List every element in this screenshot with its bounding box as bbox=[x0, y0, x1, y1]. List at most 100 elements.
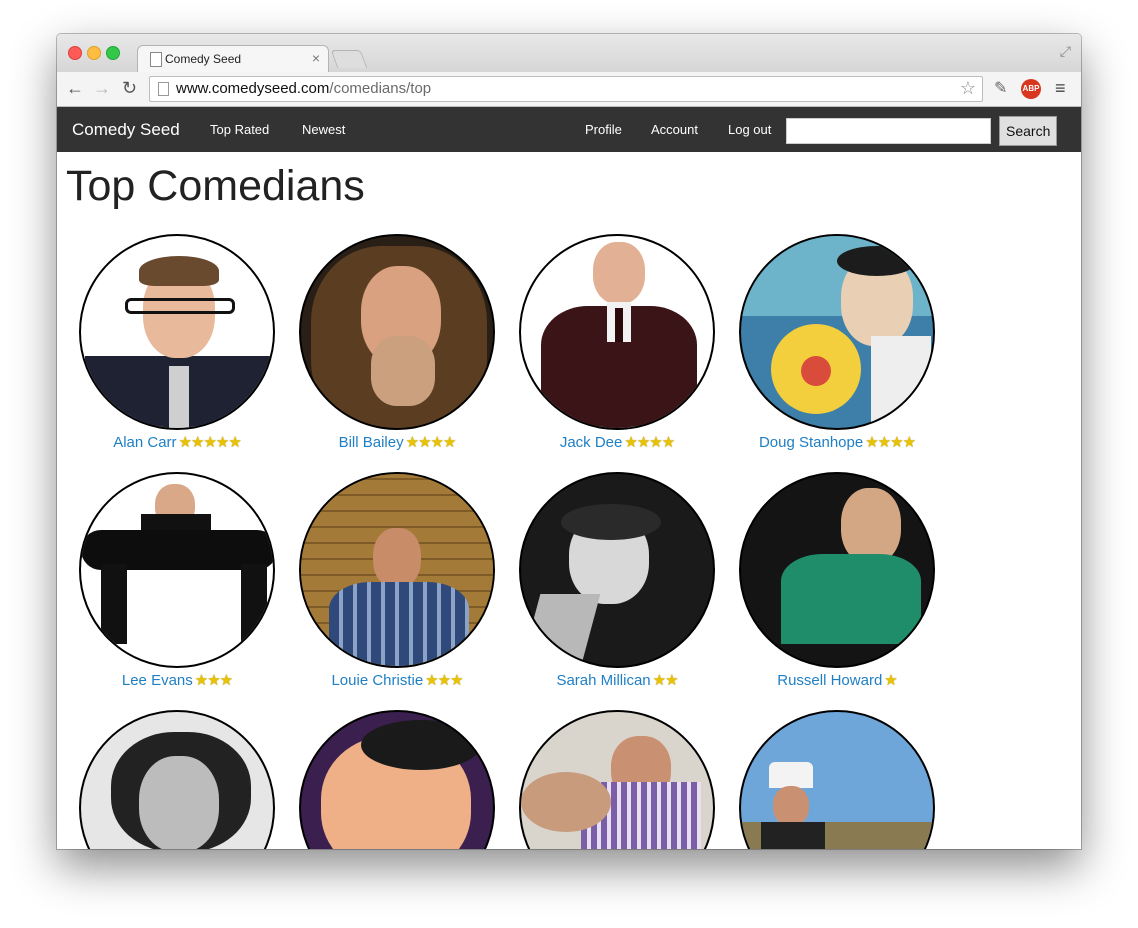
comedian-card[interactable]: Alan Carr ★★★★★ bbox=[67, 234, 287, 451]
nav-newest[interactable]: Newest bbox=[302, 122, 345, 137]
comedian-caption: Louie Christie ★★★ bbox=[287, 671, 507, 689]
star-icon: ★ bbox=[437, 672, 451, 689]
star-icon: ★ bbox=[877, 434, 891, 451]
reload-icon[interactable]: ↻ bbox=[122, 78, 137, 98]
comedian-caption: Alan Carr ★★★★★ bbox=[67, 433, 287, 451]
avatar[interactable] bbox=[739, 710, 935, 849]
star-icon: ★ bbox=[902, 434, 916, 451]
avatar[interactable] bbox=[299, 472, 495, 668]
star-rating: ★★★ bbox=[425, 672, 463, 689]
page-title: Top Comedians bbox=[66, 162, 365, 210]
site-navbar: Comedy Seed Top Rated Newest Profile Acc… bbox=[57, 107, 1081, 152]
comedian-caption: Jack Dee ★★★★ bbox=[507, 433, 727, 451]
search-input[interactable] bbox=[786, 118, 991, 144]
bookmark-star-icon[interactable]: ☆ bbox=[960, 78, 976, 99]
comedian-card[interactable]: Louie Christie ★★★ bbox=[287, 472, 507, 689]
star-icon: ★ bbox=[418, 434, 431, 451]
comedian-card[interactable]: Lee Evans ★★★ bbox=[67, 472, 287, 689]
comedian-card[interactable] bbox=[287, 710, 507, 849]
comedian-card[interactable]: Bill Bailey ★★★★ bbox=[287, 234, 507, 451]
avatar[interactable] bbox=[79, 710, 275, 849]
star-rating: ★★★ bbox=[194, 672, 233, 689]
star-icon: ★ bbox=[219, 672, 233, 689]
comedian-caption: Russell Howard ★ bbox=[727, 671, 947, 689]
comedian-name-link[interactable]: Alan Carr bbox=[113, 434, 176, 451]
star-icon: ★ bbox=[636, 434, 650, 451]
avatar[interactable] bbox=[519, 472, 715, 668]
star-icon: ★ bbox=[649, 434, 662, 451]
browser-window: Comedy Seed × ⤢ ← → ↻ www.comedyseed.com… bbox=[57, 34, 1081, 849]
star-icon: ★ bbox=[865, 434, 878, 451]
nav-logout[interactable]: Log out bbox=[728, 122, 771, 137]
avatar[interactable] bbox=[299, 710, 495, 849]
comedian-name-link[interactable]: Russell Howard bbox=[777, 672, 882, 689]
comedian-card[interactable]: Doug Stanhope ★★★★ bbox=[727, 234, 947, 451]
browser-tab[interactable]: Comedy Seed × bbox=[137, 45, 329, 73]
star-rating: ★★ bbox=[653, 672, 679, 689]
star-icon: ★ bbox=[207, 672, 220, 689]
star-icon: ★ bbox=[665, 672, 678, 689]
avatar[interactable] bbox=[739, 472, 935, 668]
brand-link[interactable]: Comedy Seed bbox=[72, 120, 180, 140]
star-rating: ★★★★ bbox=[624, 434, 675, 451]
avatar[interactable] bbox=[519, 234, 715, 430]
star-icon: ★ bbox=[178, 434, 192, 451]
star-icon: ★ bbox=[215, 434, 229, 451]
star-icon: ★ bbox=[203, 434, 216, 451]
comedian-card[interactable]: Sarah Millican ★★ bbox=[507, 472, 727, 689]
star-icon: ★ bbox=[624, 434, 637, 451]
minimize-window-button[interactable] bbox=[87, 46, 101, 60]
avatar[interactable] bbox=[79, 472, 275, 668]
comedian-card[interactable]: Russell Howard ★ bbox=[727, 472, 947, 689]
comedian-name-link[interactable]: Lee Evans bbox=[122, 672, 193, 689]
star-icon: ★ bbox=[442, 434, 456, 451]
star-icon: ★ bbox=[405, 434, 419, 451]
search-button[interactable]: Search bbox=[999, 116, 1057, 146]
avatar[interactable] bbox=[739, 234, 935, 430]
comedian-name-link[interactable]: Bill Bailey bbox=[339, 434, 404, 451]
back-arrow-icon[interactable]: ← bbox=[66, 78, 84, 98]
comedian-card[interactable]: Jack Dee ★★★★ bbox=[507, 234, 727, 451]
close-window-button[interactable] bbox=[68, 46, 82, 60]
comedian-name-link[interactable]: Sarah Millican bbox=[556, 672, 650, 689]
url-text[interactable]: www.comedyseed.com/comedians/top bbox=[176, 80, 431, 97]
forward-arrow-icon[interactable]: → bbox=[93, 78, 111, 98]
extension-icon[interactable]: ✎ bbox=[994, 78, 1007, 98]
url-host: www.comedyseed.com bbox=[176, 80, 330, 97]
page-icon bbox=[150, 52, 162, 67]
avatar[interactable] bbox=[79, 234, 275, 430]
comedian-card[interactable] bbox=[67, 710, 287, 849]
fullscreen-icon[interactable]: ⤢ bbox=[1060, 43, 1071, 60]
star-rating: ★★★★ bbox=[405, 434, 457, 451]
tab-strip: Comedy Seed × ⤢ bbox=[57, 34, 1081, 73]
star-icon: ★ bbox=[661, 434, 675, 451]
new-tab-button[interactable] bbox=[330, 50, 368, 68]
comedian-name-link[interactable]: Jack Dee bbox=[560, 434, 623, 451]
zoom-window-button[interactable] bbox=[106, 46, 120, 60]
avatar[interactable] bbox=[519, 710, 715, 849]
page-icon bbox=[158, 82, 169, 96]
browser-toolbar: ← → ↻ www.comedyseed.com/comedians/top ☆… bbox=[57, 72, 1081, 107]
nav-profile[interactable]: Profile bbox=[585, 122, 622, 137]
star-icon: ★ bbox=[430, 434, 444, 451]
url-path: /comedians/top bbox=[329, 80, 432, 97]
comedian-caption: Lee Evans ★★★ bbox=[67, 671, 287, 689]
comedian-caption: Bill Bailey ★★★★ bbox=[287, 433, 507, 451]
comedian-name-link[interactable]: Doug Stanhope bbox=[759, 434, 863, 451]
comedian-card[interactable] bbox=[507, 710, 727, 849]
nav-top-rated[interactable]: Top Rated bbox=[210, 122, 269, 137]
comedian-caption: Sarah Millican ★★ bbox=[507, 671, 727, 689]
star-rating: ★★★★ bbox=[865, 434, 916, 451]
menu-icon[interactable]: ≡ bbox=[1055, 78, 1066, 99]
star-rating: ★★★★★ bbox=[178, 434, 242, 451]
star-icon: ★ bbox=[450, 672, 463, 689]
comedian-card[interactable] bbox=[727, 710, 947, 849]
comedian-name-link[interactable]: Louie Christie bbox=[331, 672, 423, 689]
nav-account[interactable]: Account bbox=[651, 122, 698, 137]
tab-close-icon[interactable]: × bbox=[312, 50, 320, 66]
star-icon: ★ bbox=[194, 672, 208, 689]
star-icon: ★ bbox=[884, 672, 897, 689]
avatar[interactable] bbox=[299, 234, 495, 430]
adblock-icon[interactable]: ABP bbox=[1021, 79, 1041, 99]
address-bar[interactable]: www.comedyseed.com/comedians/top ☆ bbox=[149, 76, 983, 102]
